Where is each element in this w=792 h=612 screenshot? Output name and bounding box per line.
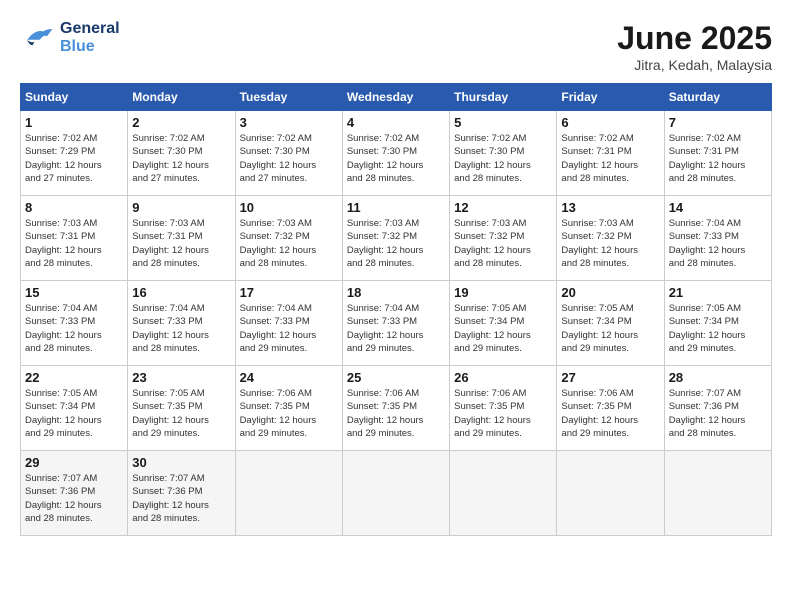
empty-cell-4: [557, 451, 664, 536]
day-11: 11 Sunrise: 7:03 AMSunset: 7:32 PMDaylig…: [342, 196, 449, 281]
header-sunday: Sunday: [21, 84, 128, 111]
day-2: 2 Sunrise: 7:02 AMSunset: 7:30 PMDayligh…: [128, 111, 235, 196]
header-wednesday: Wednesday: [342, 84, 449, 111]
day-29: 29 Sunrise: 7:07 AMSunset: 7:36 PMDaylig…: [21, 451, 128, 536]
week-row-1: 1 Sunrise: 7:02 AMSunset: 7:29 PMDayligh…: [21, 111, 772, 196]
day-15: 15 Sunrise: 7:04 AMSunset: 7:33 PMDaylig…: [21, 281, 128, 366]
day-18: 18 Sunrise: 7:04 AMSunset: 7:33 PMDaylig…: [342, 281, 449, 366]
day-26: 26 Sunrise: 7:06 AMSunset: 7:35 PMDaylig…: [450, 366, 557, 451]
title-area: June 2025 Jitra, Kedah, Malaysia: [617, 20, 772, 73]
day-10: 10 Sunrise: 7:03 AMSunset: 7:32 PMDaylig…: [235, 196, 342, 281]
header-thursday: Thursday: [450, 84, 557, 111]
day-3: 3 Sunrise: 7:02 AMSunset: 7:30 PMDayligh…: [235, 111, 342, 196]
week-row-3: 15 Sunrise: 7:04 AMSunset: 7:33 PMDaylig…: [21, 281, 772, 366]
month-title: June 2025: [617, 20, 772, 57]
empty-cell-1: [235, 451, 342, 536]
day-12: 12 Sunrise: 7:03 AMSunset: 7:32 PMDaylig…: [450, 196, 557, 281]
day-9: 9 Sunrise: 7:03 AMSunset: 7:31 PMDayligh…: [128, 196, 235, 281]
day-6: 6 Sunrise: 7:02 AMSunset: 7:31 PMDayligh…: [557, 111, 664, 196]
header-monday: Monday: [128, 84, 235, 111]
logo-text: General Blue: [60, 20, 120, 56]
day-17: 17 Sunrise: 7:04 AMSunset: 7:33 PMDaylig…: [235, 281, 342, 366]
page-header: General Blue June 2025 Jitra, Kedah, Mal…: [20, 20, 772, 73]
day-19: 19 Sunrise: 7:05 AMSunset: 7:34 PMDaylig…: [450, 281, 557, 366]
header-friday: Friday: [557, 84, 664, 111]
day-8: 8 Sunrise: 7:03 AMSunset: 7:31 PMDayligh…: [21, 196, 128, 281]
header-saturday: Saturday: [664, 84, 771, 111]
logo-icon: [20, 20, 56, 56]
weekday-header-row: Sunday Monday Tuesday Wednesday Thursday…: [21, 84, 772, 111]
day-25: 25 Sunrise: 7:06 AMSunset: 7:35 PMDaylig…: [342, 366, 449, 451]
week-row-2: 8 Sunrise: 7:03 AMSunset: 7:31 PMDayligh…: [21, 196, 772, 281]
header-tuesday: Tuesday: [235, 84, 342, 111]
day-13: 13 Sunrise: 7:03 AMSunset: 7:32 PMDaylig…: [557, 196, 664, 281]
day-14: 14 Sunrise: 7:04 AMSunset: 7:33 PMDaylig…: [664, 196, 771, 281]
day-16: 16 Sunrise: 7:04 AMSunset: 7:33 PMDaylig…: [128, 281, 235, 366]
day-21: 21 Sunrise: 7:05 AMSunset: 7:34 PMDaylig…: [664, 281, 771, 366]
day-20: 20 Sunrise: 7:05 AMSunset: 7:34 PMDaylig…: [557, 281, 664, 366]
day-22: 22 Sunrise: 7:05 AMSunset: 7:34 PMDaylig…: [21, 366, 128, 451]
day-24: 24 Sunrise: 7:06 AMSunset: 7:35 PMDaylig…: [235, 366, 342, 451]
day-5: 5 Sunrise: 7:02 AMSunset: 7:30 PMDayligh…: [450, 111, 557, 196]
location: Jitra, Kedah, Malaysia: [617, 57, 772, 73]
calendar: Sunday Monday Tuesday Wednesday Thursday…: [20, 83, 772, 536]
day-28: 28 Sunrise: 7:07 AMSunset: 7:36 PMDaylig…: [664, 366, 771, 451]
day-23: 23 Sunrise: 7:05 AMSunset: 7:35 PMDaylig…: [128, 366, 235, 451]
week-row-5: 29 Sunrise: 7:07 AMSunset: 7:36 PMDaylig…: [21, 451, 772, 536]
day-1: 1 Sunrise: 7:02 AMSunset: 7:29 PMDayligh…: [21, 111, 128, 196]
empty-cell-3: [450, 451, 557, 536]
empty-cell-5: [664, 451, 771, 536]
day-4: 4 Sunrise: 7:02 AMSunset: 7:30 PMDayligh…: [342, 111, 449, 196]
day-30: 30 Sunrise: 7:07 AMSunset: 7:36 PMDaylig…: [128, 451, 235, 536]
empty-cell-2: [342, 451, 449, 536]
day-27: 27 Sunrise: 7:06 AMSunset: 7:35 PMDaylig…: [557, 366, 664, 451]
week-row-4: 22 Sunrise: 7:05 AMSunset: 7:34 PMDaylig…: [21, 366, 772, 451]
logo: General Blue: [20, 20, 120, 56]
day-7: 7 Sunrise: 7:02 AMSunset: 7:31 PMDayligh…: [664, 111, 771, 196]
